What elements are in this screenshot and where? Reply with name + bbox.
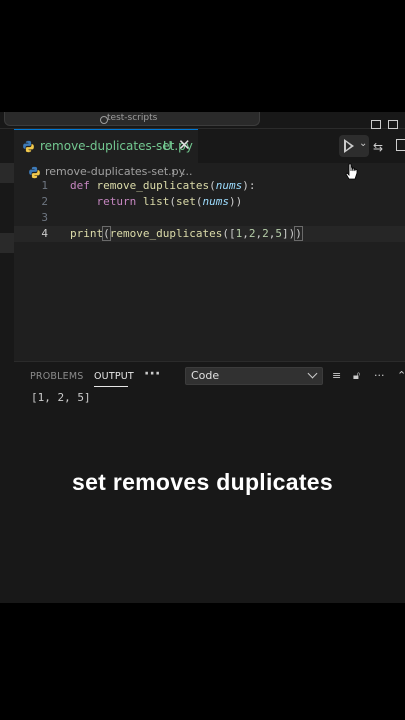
code-text: return list(set(nums)) xyxy=(96,195,243,208)
chevron-down-icon xyxy=(307,368,318,379)
code-line: 3 xyxy=(14,210,405,226)
output-channel-value: Code xyxy=(191,369,220,382)
video-caption: set removes duplicates xyxy=(72,469,333,495)
command-center-label: test-scripts xyxy=(107,113,158,123)
close-icon[interactable]: ✕ xyxy=(178,136,191,154)
more-actions-icon[interactable]: ··· xyxy=(144,366,161,382)
untracked-status-badge: U xyxy=(163,139,172,153)
more-actions-icon[interactable]: ··· xyxy=(374,369,385,382)
line-number: 1 xyxy=(41,179,48,192)
layout-controls xyxy=(371,114,405,129)
line-number: 4 xyxy=(41,227,48,240)
command-center[interactable]: test-scripts xyxy=(4,112,260,126)
clear-output-icon[interactable]: ≡ xyxy=(332,369,341,382)
run-python-file-button[interactable]: ⌄ xyxy=(339,135,369,157)
output-channel-select[interactable]: Code xyxy=(185,367,323,385)
chevron-down-icon[interactable]: ⌄ xyxy=(359,138,367,149)
output-text: [1, 2, 5] xyxy=(31,391,91,404)
activity-bar xyxy=(0,163,14,603)
diff-icon[interactable]: ⇆ xyxy=(373,140,383,154)
line-number: 3 xyxy=(41,211,48,224)
lock-scroll-icon[interactable]: 🔓︎ xyxy=(353,369,360,383)
activity-item[interactable] xyxy=(0,233,14,253)
title-bar: test-scripts xyxy=(0,112,405,129)
active-tab-indicator xyxy=(94,386,128,387)
python-file-icon xyxy=(23,140,34,153)
editor-tab-remove-duplicates-set[interactable]: remove-duplicates-set.py U ✕ xyxy=(14,129,198,163)
activity-item[interactable] xyxy=(0,163,14,183)
code-line: 1 def remove_duplicates(nums): xyxy=(14,178,405,194)
editor-tab-bar: remove-duplicates-set.py U ✕ ⌄ ⇆ xyxy=(0,129,405,180)
split-editor-icon[interactable] xyxy=(396,139,405,151)
code-text: print(remove_duplicates([1,2,2,5])) xyxy=(70,226,303,241)
chevron-up-icon[interactable]: ⌃ xyxy=(397,369,405,382)
code-line-current: 4 print(remove_duplicates([1,2,2,5])) xyxy=(14,226,405,242)
code-editor[interactable]: 1 def remove_duplicates(nums): 2 return … xyxy=(14,178,405,358)
vscode-window: test-scripts remove-duplicates-set.py U … xyxy=(0,112,405,603)
tab-output[interactable]: OUTPUT xyxy=(94,371,134,382)
code-text: def remove_duplicates(nums): xyxy=(70,179,256,192)
code-line: 2 return list(set(nums)) xyxy=(14,194,405,210)
toggle-sidebar-icon[interactable] xyxy=(371,120,381,129)
toggle-panel-icon[interactable] xyxy=(388,120,398,129)
line-number: 2 xyxy=(41,195,48,208)
tab-problems[interactable]: PROBLEMS xyxy=(30,371,83,382)
